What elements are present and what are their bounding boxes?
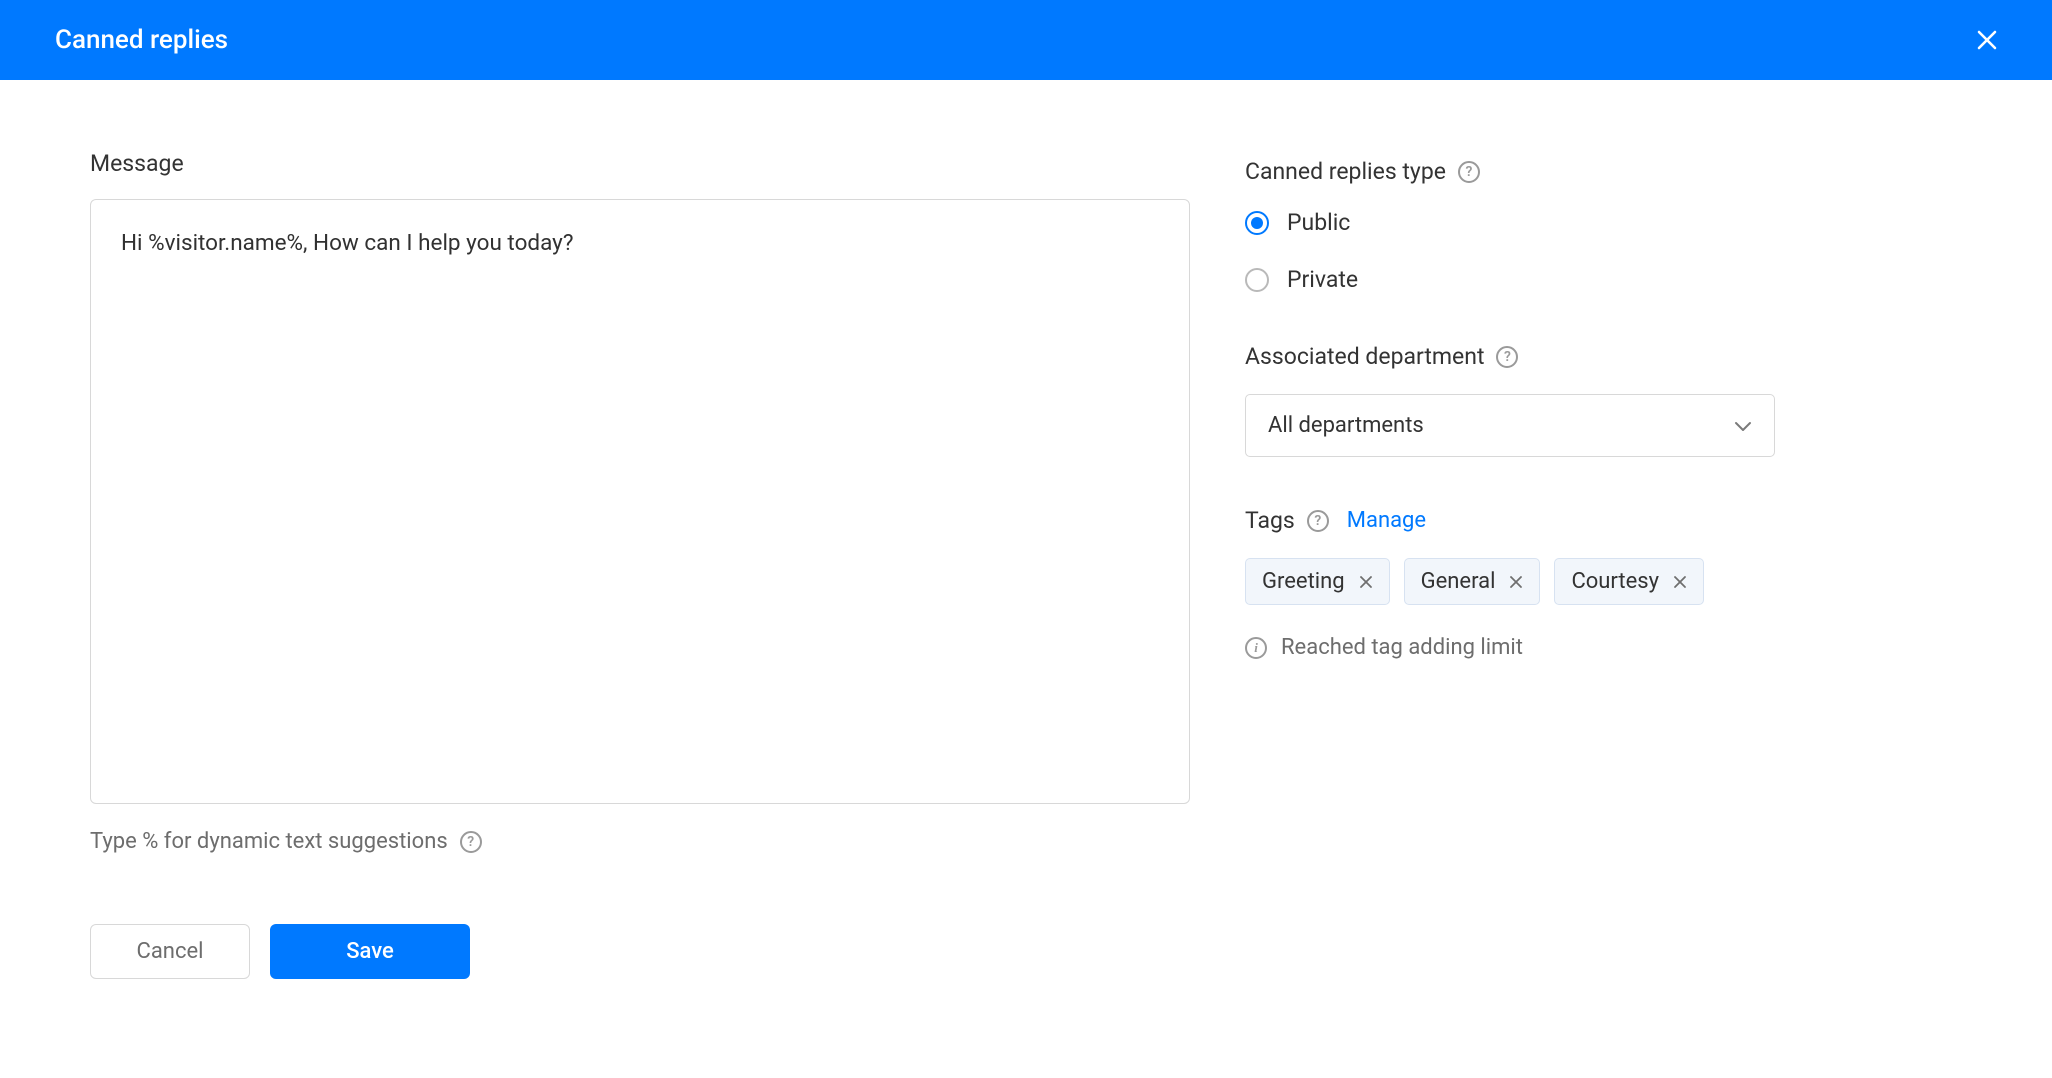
- radio-icon: [1245, 268, 1269, 292]
- tags-section: Tags Manage Greeting General Courtesy Reac…: [1245, 507, 1997, 660]
- close-button[interactable]: [1967, 20, 2007, 60]
- type-label: Canned replies type: [1245, 158, 1997, 185]
- help-icon[interactable]: [460, 831, 482, 853]
- tag-label: General: [1421, 569, 1496, 594]
- tags-limit-row: Reached tag adding limit: [1245, 635, 1997, 660]
- tag-remove-button[interactable]: [1673, 575, 1687, 589]
- department-select[interactable]: All departments: [1245, 394, 1775, 457]
- department-section: Associated department All departments: [1245, 343, 1997, 457]
- radio-option-private[interactable]: Private: [1245, 266, 1997, 293]
- message-textarea[interactable]: [90, 199, 1190, 804]
- tag-label: Greeting: [1262, 569, 1345, 594]
- tag-chip: Courtesy: [1554, 558, 1704, 605]
- modal-body: Message Type % for dynamic text suggesti…: [0, 80, 2052, 1029]
- close-icon: [1975, 28, 1999, 52]
- tags-wrap: Greeting General Courtesy: [1245, 558, 1997, 605]
- cancel-button[interactable]: Cancel: [90, 924, 250, 979]
- type-section: Canned replies type Public Private: [1245, 158, 1997, 293]
- department-label: Associated department: [1245, 343, 1997, 370]
- tag-remove-button[interactable]: [1509, 575, 1523, 589]
- tags-label-text: Tags: [1245, 507, 1295, 534]
- tag-label: Courtesy: [1571, 569, 1659, 594]
- tag-chip: General: [1404, 558, 1541, 605]
- type-label-text: Canned replies type: [1245, 158, 1446, 185]
- department-label-text: Associated department: [1245, 343, 1484, 370]
- modal-header: Canned replies: [0, 0, 2052, 80]
- right-column: Canned replies type Public Private Associ…: [1245, 150, 1997, 979]
- close-icon: [1509, 575, 1523, 589]
- radio-option-public[interactable]: Public: [1245, 209, 1997, 236]
- button-row: Cancel Save: [90, 924, 1190, 979]
- message-hint-text: Type % for dynamic text suggestions: [90, 829, 448, 854]
- save-button[interactable]: Save: [270, 924, 470, 979]
- radio-label: Private: [1287, 266, 1358, 293]
- message-hint: Type % for dynamic text suggestions: [90, 829, 1190, 854]
- help-icon[interactable]: [1458, 161, 1480, 183]
- manage-tags-link[interactable]: Manage: [1347, 508, 1426, 533]
- radio-icon: [1245, 211, 1269, 235]
- close-icon: [1673, 575, 1687, 589]
- page-title: Canned replies: [55, 25, 228, 55]
- chevron-down-icon: [1734, 420, 1752, 432]
- info-icon: [1245, 637, 1267, 659]
- tags-limit-text: Reached tag adding limit: [1281, 635, 1523, 660]
- left-column: Message Type % for dynamic text suggesti…: [90, 150, 1190, 979]
- tag-remove-button[interactable]: [1359, 575, 1373, 589]
- tag-chip: Greeting: [1245, 558, 1390, 605]
- close-icon: [1359, 575, 1373, 589]
- help-icon[interactable]: [1307, 510, 1329, 532]
- department-selected-value: All departments: [1268, 413, 1424, 438]
- tags-label-row: Tags Manage: [1245, 507, 1997, 534]
- radio-label: Public: [1287, 209, 1350, 236]
- help-icon[interactable]: [1496, 346, 1518, 368]
- message-label: Message: [90, 150, 1190, 177]
